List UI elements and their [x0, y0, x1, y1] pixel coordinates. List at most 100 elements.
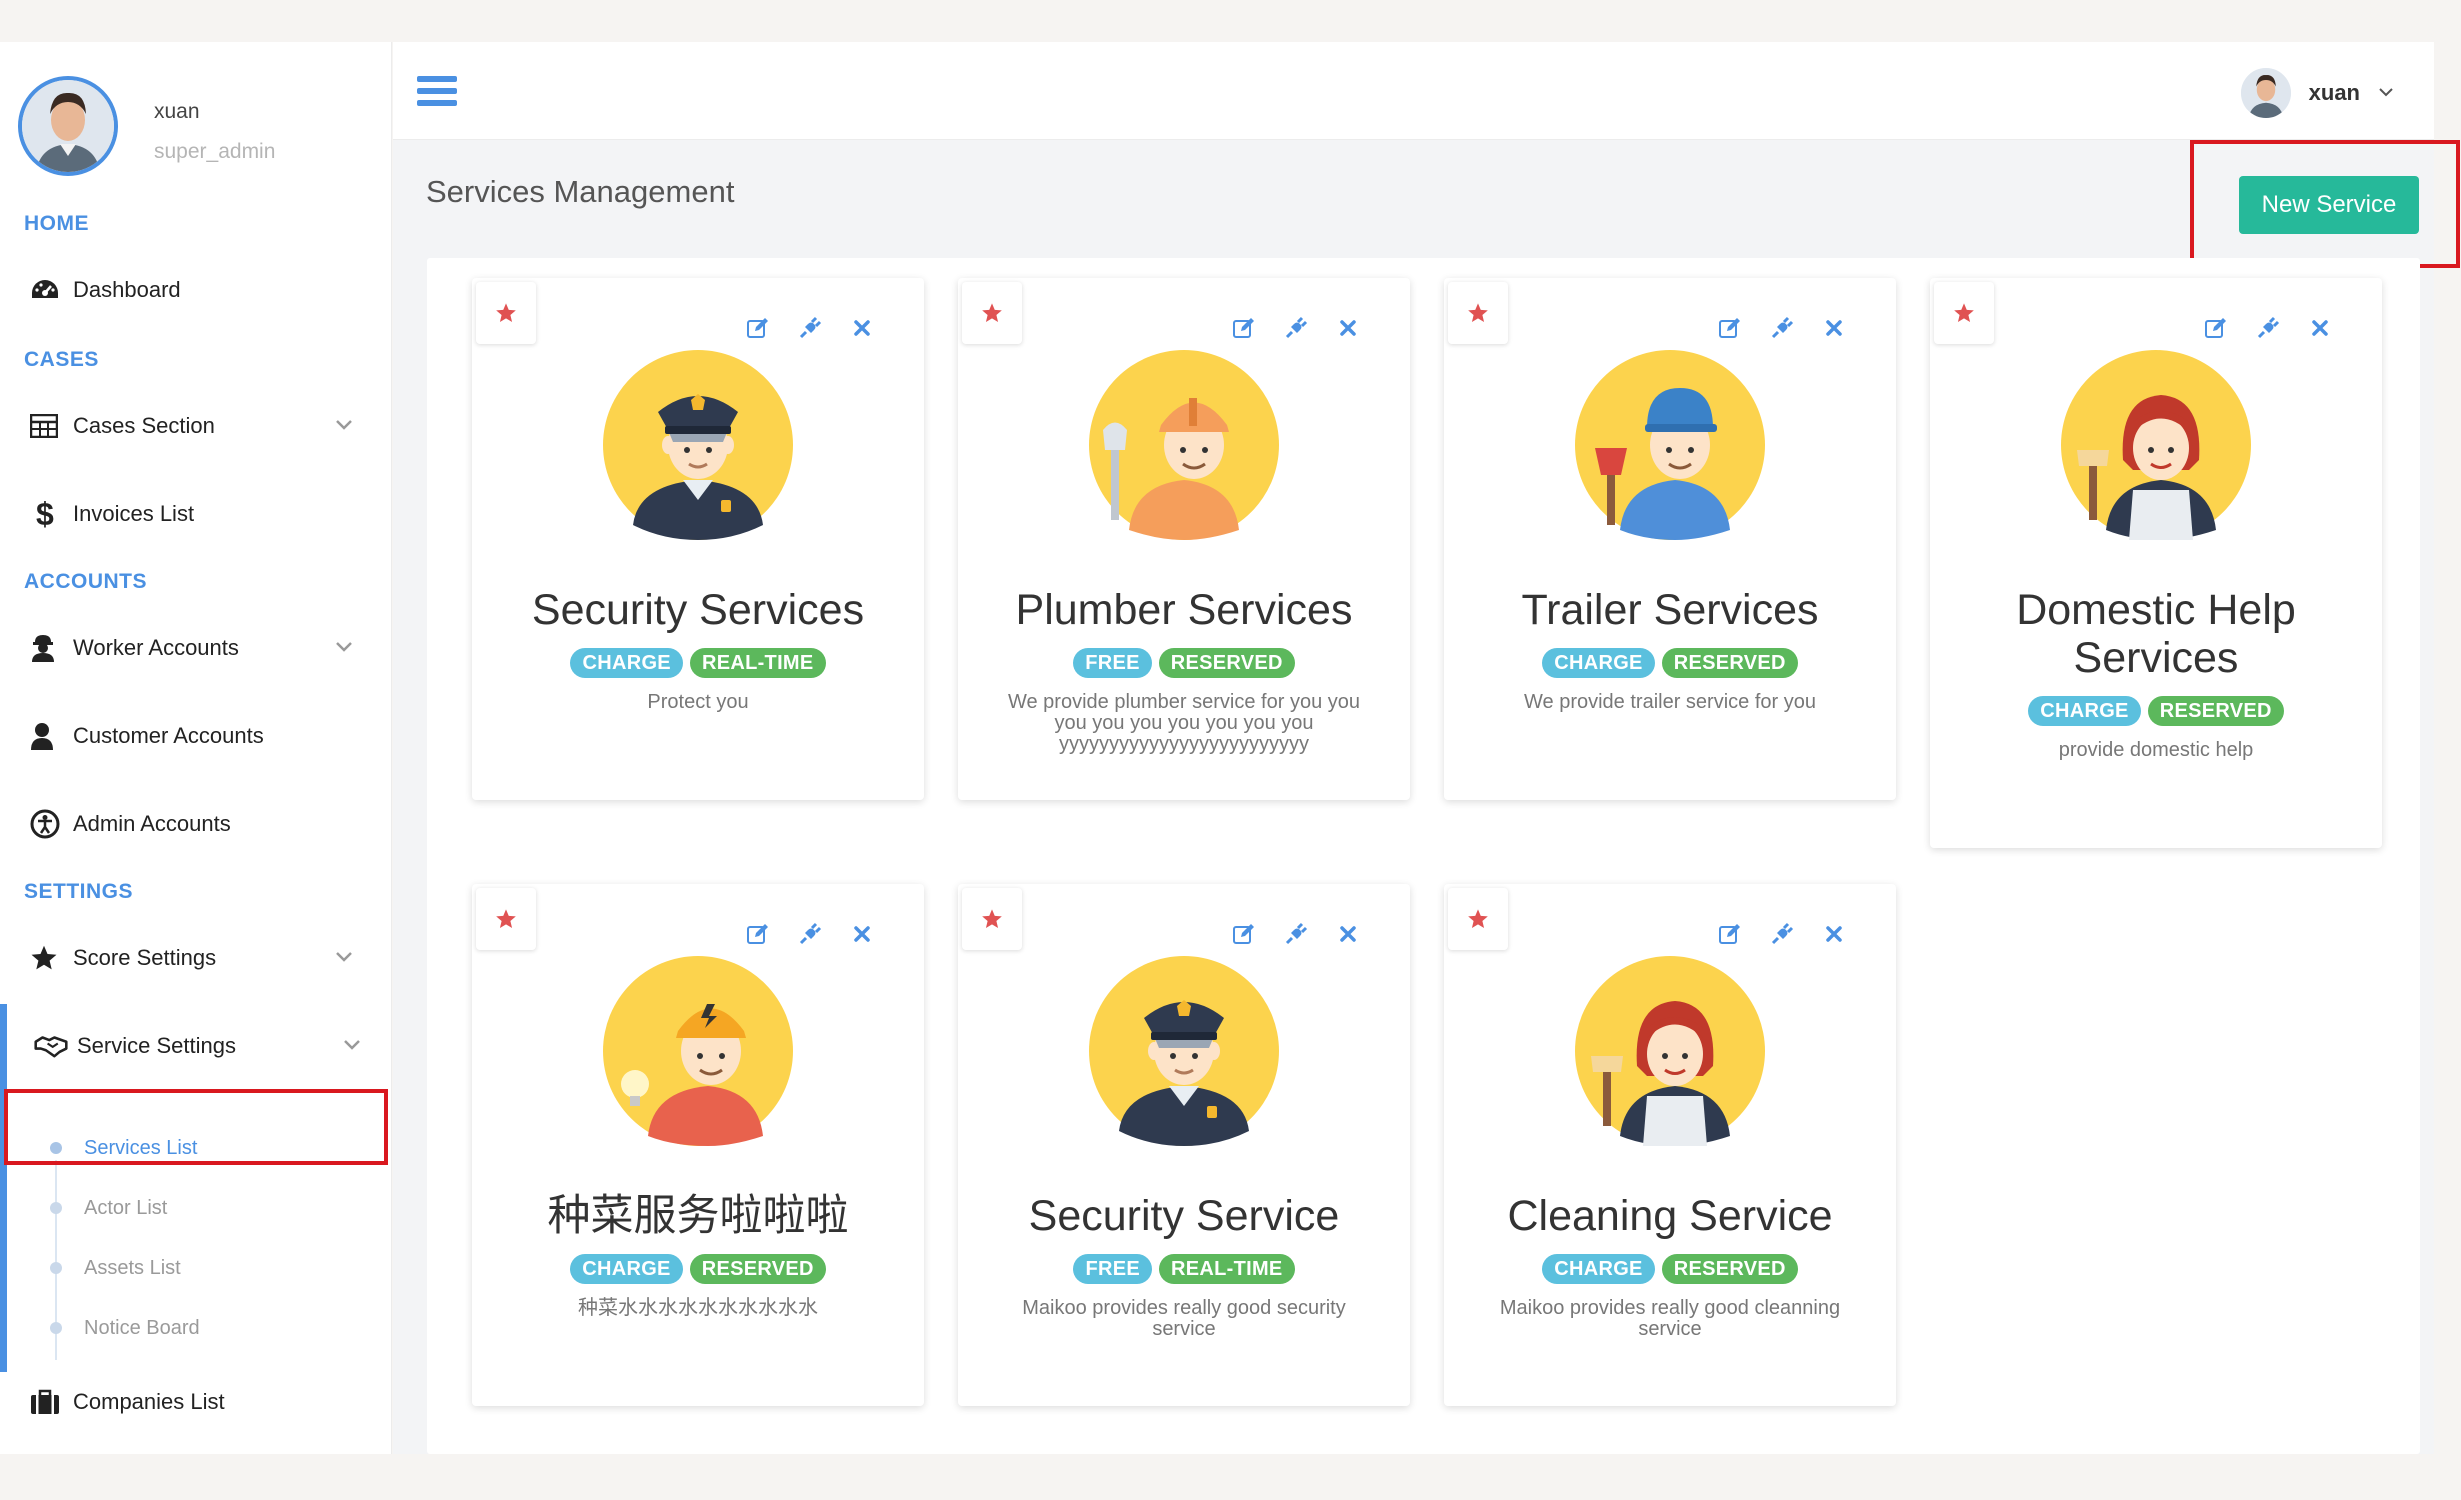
- favorite-button[interactable]: [1934, 282, 1994, 344]
- edit-icon[interactable]: [746, 922, 770, 946]
- favorite-button[interactable]: [1448, 282, 1508, 344]
- menu-toggle-icon[interactable]: [417, 76, 457, 106]
- service-card[interactable]: 种菜服务啦啦啦 CHARGE RESERVED 种菜水水水水水水水水水水: [472, 884, 924, 1406]
- dashboard-icon: [30, 278, 64, 302]
- sidebar-subitem-notice-board[interactable]: Notice Board: [50, 1303, 200, 1353]
- edit-icon[interactable]: [1718, 316, 1742, 340]
- plug-icon[interactable]: [1770, 316, 1794, 340]
- maid-icon: [2061, 350, 2251, 540]
- avatar-photo-icon: [22, 80, 114, 172]
- type-badge: RESERVED: [689, 1254, 826, 1284]
- nav-section-cases: CASES: [24, 348, 99, 371]
- sidebar-item-label: Invoices List: [73, 501, 195, 526]
- card-title: Trailer Services: [1521, 586, 1819, 634]
- accessibility-icon: [30, 809, 64, 839]
- favorite-button[interactable]: [476, 888, 536, 950]
- sidebar-item-label: Dashboard: [73, 277, 181, 302]
- sidebar-subitem-actor-list[interactable]: Actor List: [50, 1183, 167, 1233]
- sidebar-item-invoices[interactable]: $ Invoices List: [0, 484, 391, 544]
- user-menu[interactable]: xuan: [2240, 68, 2394, 118]
- close-icon[interactable]: [1822, 922, 1846, 946]
- bullet-icon: [50, 1262, 62, 1274]
- star-icon: [1954, 303, 1974, 322]
- avatar: [2240, 68, 2291, 118]
- maid-icon: [1575, 956, 1765, 1146]
- service-card[interactable]: Cleaning Service CHARGE RESERVED Maikoo pro…: [1444, 884, 1896, 1406]
- close-icon[interactable]: [1336, 922, 1360, 946]
- edit-icon[interactable]: [1232, 316, 1256, 340]
- top-navbar: xuan: [393, 42, 2434, 140]
- price-badge: CHARGE: [570, 1254, 683, 1284]
- card-description: Maikoo provides really good cleanning se…: [1499, 1297, 1841, 1340]
- electrician-icon: [603, 956, 793, 1146]
- sidebar-item-score-settings[interactable]: Score Settings: [0, 928, 391, 988]
- sidebar-item-cases-section[interactable]: Cases Section: [0, 396, 391, 456]
- type-badge: RESERVED: [2147, 696, 2284, 726]
- edit-icon[interactable]: [2204, 316, 2228, 340]
- edit-icon[interactable]: [746, 316, 770, 340]
- star-icon: [1468, 909, 1488, 928]
- card-description: Protect you: [647, 691, 749, 713]
- price-badge: CHARGE: [1542, 648, 1655, 678]
- star-icon: [1468, 303, 1488, 322]
- plug-icon[interactable]: [1770, 922, 1794, 946]
- card-actions: [1718, 316, 1846, 340]
- sidebar-item-worker-accounts[interactable]: Worker Accounts: [0, 618, 391, 678]
- plug-icon[interactable]: [798, 922, 822, 946]
- service-card[interactable]: Security Services CHARGE REAL-TIME Protect …: [472, 278, 924, 800]
- nav-section-home: HOME: [24, 212, 89, 235]
- price-badge: CHARGE: [570, 648, 683, 678]
- sidebar-item-dashboard[interactable]: Dashboard: [0, 260, 391, 320]
- favorite-button[interactable]: [476, 282, 536, 344]
- card-title: Plumber Services: [1015, 586, 1353, 634]
- sidebar-item-customer-accounts[interactable]: Customer Accounts: [0, 706, 391, 766]
- type-badge: RESERVED: [1661, 1254, 1798, 1284]
- card-title: Domestic Help Services: [2016, 586, 2296, 682]
- service-card[interactable]: Trailer Services CHARGE RESERVED We provide…: [1444, 278, 1896, 800]
- favorite-button[interactable]: [1448, 888, 1508, 950]
- close-icon[interactable]: [1822, 316, 1846, 340]
- favorite-button[interactable]: [962, 888, 1022, 950]
- sidebar-subitem-assets-list[interactable]: Assets List: [50, 1243, 181, 1293]
- card-badges: CHARGE RESERVED: [472, 1254, 924, 1284]
- close-icon[interactable]: [1336, 316, 1360, 340]
- plug-icon[interactable]: [798, 316, 822, 340]
- chevron-down-icon: [335, 418, 353, 436]
- close-icon[interactable]: [2308, 316, 2332, 340]
- profile-avatar[interactable]: [18, 76, 118, 176]
- service-card[interactable]: Plumber Services FREE RESERVED We provide p…: [958, 278, 1410, 800]
- security-guard-icon: [1089, 956, 1279, 1146]
- card-actions: [2204, 316, 2332, 340]
- nav-section-accounts: ACCOUNTS: [24, 570, 147, 593]
- card-badges: CHARGE RESERVED: [1444, 1254, 1896, 1284]
- security-guard-icon: [603, 350, 793, 540]
- sidebar-item-label: Admin Accounts: [73, 811, 231, 836]
- card-badges: CHARGE RESERVED: [1930, 696, 2382, 726]
- page-title: Services Management: [426, 174, 735, 209]
- card-description: provide domestic help: [2058, 739, 2254, 761]
- favorite-button[interactable]: [962, 282, 1022, 344]
- sidebar: xuan super_admin HOME Dashboard CASES Ca…: [0, 42, 392, 1454]
- edit-icon[interactable]: [1718, 922, 1742, 946]
- card-badges: CHARGE REAL-TIME: [472, 648, 924, 678]
- plug-icon[interactable]: [2256, 316, 2280, 340]
- service-card[interactable]: Security Service FREE REAL-TIME Maikoo prov…: [958, 884, 1410, 1406]
- price-badge: FREE: [1073, 648, 1152, 678]
- profile-role: super_admin: [154, 140, 276, 163]
- service-card[interactable]: Domestic Help Services CHARGE RESERVED prov…: [1930, 278, 2382, 848]
- card-description: Maikoo provides really good security ser…: [1022, 1297, 1346, 1340]
- plug-icon[interactable]: [1284, 316, 1308, 340]
- worker-icon: [30, 634, 64, 662]
- plug-icon[interactable]: [1284, 922, 1308, 946]
- sidebar-item-service-settings[interactable]: Service Settings: [8, 1016, 391, 1076]
- edit-icon[interactable]: [1232, 922, 1256, 946]
- type-badge: REAL-TIME: [689, 648, 826, 678]
- close-icon[interactable]: [850, 316, 874, 340]
- card-badges: FREE RESERVED: [958, 648, 1410, 678]
- sidebar-item-companies-list[interactable]: Companies List: [0, 1372, 391, 1432]
- active-indicator: [0, 1004, 7, 1372]
- close-icon[interactable]: [850, 922, 874, 946]
- card-actions: [746, 922, 874, 946]
- handshake-icon: [34, 1033, 68, 1059]
- sidebar-item-admin-accounts[interactable]: Admin Accounts: [0, 794, 391, 854]
